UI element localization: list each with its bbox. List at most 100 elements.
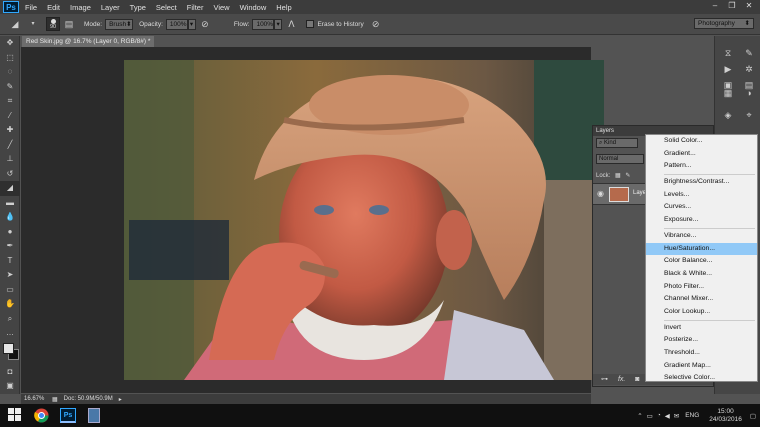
crop-tool-icon[interactable]: ⌗ — [0, 94, 20, 109]
menu-type[interactable]: Type — [130, 3, 146, 12]
history-brush-tool-icon[interactable]: ↺ — [0, 167, 20, 182]
menu-file[interactable]: File — [25, 3, 37, 12]
adjustment-menu-item[interactable]: Levels... — [646, 189, 757, 202]
adjustment-menu-item[interactable]: Selective Color... — [646, 372, 757, 385]
adjustment-menu-item[interactable]: Color Balance... — [646, 255, 757, 268]
menu-layer[interactable]: Layer — [101, 3, 120, 12]
channels-panel-icon[interactable]: ◈ — [718, 108, 738, 123]
gradient-tool-icon[interactable]: ▬ — [0, 196, 20, 211]
status-arrow-icon[interactable]: ▸ — [119, 396, 122, 403]
layer-filter-select[interactable]: ⌕ Kind — [596, 138, 638, 148]
lock-pixels-icon[interactable]: ▦ — [615, 173, 621, 179]
erase-to-history-checkbox[interactable] — [306, 20, 315, 28]
healing-brush-tool-icon[interactable]: ✚ — [0, 123, 20, 138]
workspace-select[interactable]: Photography ⬍ — [694, 18, 754, 29]
adjustment-menu-item[interactable]: Invert — [646, 322, 757, 335]
paths-panel-icon[interactable]: ⌖ — [739, 108, 759, 123]
eraser-tool-preset-icon[interactable]: ◢ — [9, 18, 21, 30]
adjustment-menu-item[interactable]: Brightness/Contrast... — [646, 176, 757, 189]
action-center-icon[interactable]: ▢ — [750, 412, 756, 420]
fx-icon[interactable]: fx. — [618, 376, 625, 383]
color-swatches[interactable] — [0, 342, 20, 365]
adjustment-menu-item[interactable]: Posterize... — [646, 334, 757, 347]
language-indicator[interactable]: ENG — [685, 412, 699, 419]
brush-panel-icon[interactable]: ▤ — [63, 18, 75, 30]
wifi-icon[interactable]: ◔ — [657, 412, 661, 419]
blur-tool-icon[interactable]: 💧 — [0, 210, 20, 225]
adjustment-menu-item[interactable]: Exposure... — [646, 214, 757, 227]
color-panel-icon[interactable]: ◑ — [739, 86, 759, 101]
eraser-tool-icon[interactable]: ◢ — [0, 181, 20, 196]
quick-mask-icon[interactable]: ◘ — [0, 365, 20, 380]
eyedropper-tool-icon[interactable]: ⁄ — [0, 109, 20, 124]
menu-view[interactable]: View — [213, 3, 229, 12]
menu-filter[interactable]: Filter — [187, 3, 204, 12]
restore-button[interactable]: ❐ — [725, 1, 739, 11]
quick-select-tool-icon[interactable]: ✎ — [0, 80, 20, 95]
screen-mode-icon[interactable]: ▣ — [0, 379, 20, 394]
history-panel-icon[interactable]: ⧖ — [718, 46, 738, 61]
adjustment-menu-item[interactable]: Color Lookup... — [646, 306, 757, 319]
adjustment-menu-item[interactable]: Curves... — [646, 201, 757, 214]
mode-select[interactable]: Brush ⬍ — [105, 18, 134, 30]
clock[interactable]: 15:00 24/03/2016 — [709, 408, 742, 424]
menu-edit[interactable]: Edit — [47, 3, 60, 12]
more-tools-icon[interactable]: … — [0, 326, 20, 341]
brush-tool-icon[interactable]: ╱ — [0, 138, 20, 153]
add-mask-icon[interactable]: ◙ — [635, 376, 639, 383]
brush-presets-icon[interactable]: ✲ — [739, 62, 759, 77]
dodge-tool-icon[interactable]: ● — [0, 225, 20, 240]
foreground-color-swatch[interactable] — [3, 342, 14, 354]
chevron-down-icon[interactable]: ▾ — [27, 18, 39, 30]
link-layers-icon[interactable]: ⊶ — [601, 376, 608, 383]
adjustment-menu-item[interactable]: Black & White... — [646, 268, 757, 281]
photo-canvas[interactable] — [124, 60, 604, 380]
minimize-button[interactable]: – — [708, 1, 722, 11]
flow-dropdown[interactable]: ▾ — [274, 18, 283, 30]
menu-window[interactable]: Window — [240, 3, 267, 12]
adjustment-menu-item[interactable]: Channel Mixer... — [646, 293, 757, 306]
document-tab[interactable]: Red Skin.jpg @ 16.7% (Layer 0, RGB/8#) *… — [22, 36, 154, 56]
tool-presets-icon[interactable]: ✎ — [739, 46, 759, 61]
type-tool-icon[interactable]: T — [0, 254, 20, 269]
app-taskbar-icon[interactable] — [88, 408, 100, 423]
adjustment-menu-item[interactable]: Solid Color... — [646, 135, 757, 148]
zoom-tool-icon[interactable]: ⌕ — [0, 312, 20, 327]
blend-mode-select[interactable]: Normal — [596, 154, 644, 164]
adjustment-menu-item[interactable]: Threshold... — [646, 347, 757, 360]
opacity-input[interactable]: 100% — [165, 18, 188, 30]
doc-size[interactable]: Doc: 50.9M/50.9M — [64, 396, 113, 402]
adjustment-menu-item[interactable]: Vibrance... — [646, 230, 757, 243]
pen-tool-icon[interactable]: ✒ — [0, 239, 20, 254]
photoshop-taskbar-icon[interactable]: Ps — [60, 408, 76, 423]
menu-select[interactable]: Select — [156, 3, 177, 12]
lasso-tool-icon[interactable]: ◌ — [0, 65, 20, 80]
close-button[interactable]: ✕ — [742, 1, 756, 11]
move-tool-icon[interactable]: ✥ — [0, 36, 20, 51]
brush-size-picker[interactable]: 90 — [46, 17, 60, 31]
menu-help[interactable]: Help — [276, 3, 291, 12]
rectangle-tool-icon[interactable]: ▭ — [0, 283, 20, 298]
pressure-size-icon[interactable]: ⊘ — [370, 18, 382, 30]
actions-panel-icon[interactable]: ▶ — [718, 62, 738, 77]
adjustments-panel-icon[interactable]: ▦ — [718, 86, 738, 101]
menu-image[interactable]: Image — [70, 3, 91, 12]
path-selection-tool-icon[interactable]: ➤ — [0, 268, 20, 283]
message-icon[interactable]: ✉ — [674, 412, 679, 420]
adjustment-menu-item[interactable]: Hue/Saturation... — [646, 242, 757, 256]
zoom-level[interactable]: 16.67% — [24, 396, 52, 402]
network-icon[interactable]: ▭ — [647, 412, 653, 420]
airbrush-icon[interactable]: ᐱ — [285, 18, 297, 30]
volume-icon[interactable]: ◀ — [665, 412, 670, 420]
adjustment-menu-item[interactable]: Pattern... — [646, 160, 757, 173]
lock-position-icon[interactable]: ✎ — [625, 173, 630, 179]
adjustment-menu-item[interactable]: Gradient... — [646, 148, 757, 161]
adjustment-menu-item[interactable]: Photo Filter... — [646, 281, 757, 294]
visibility-eye-icon[interactable]: ◉ — [597, 189, 604, 198]
opacity-dropdown[interactable]: ▾ — [187, 18, 196, 30]
adjustment-menu-item[interactable]: Gradient Map... — [646, 360, 757, 373]
hand-tool-icon[interactable]: ✋ — [0, 297, 20, 312]
clone-stamp-tool-icon[interactable]: ⊥ — [0, 152, 20, 167]
chrome-icon[interactable] — [34, 408, 49, 423]
marquee-tool-icon[interactable]: ⬚ — [0, 51, 20, 66]
